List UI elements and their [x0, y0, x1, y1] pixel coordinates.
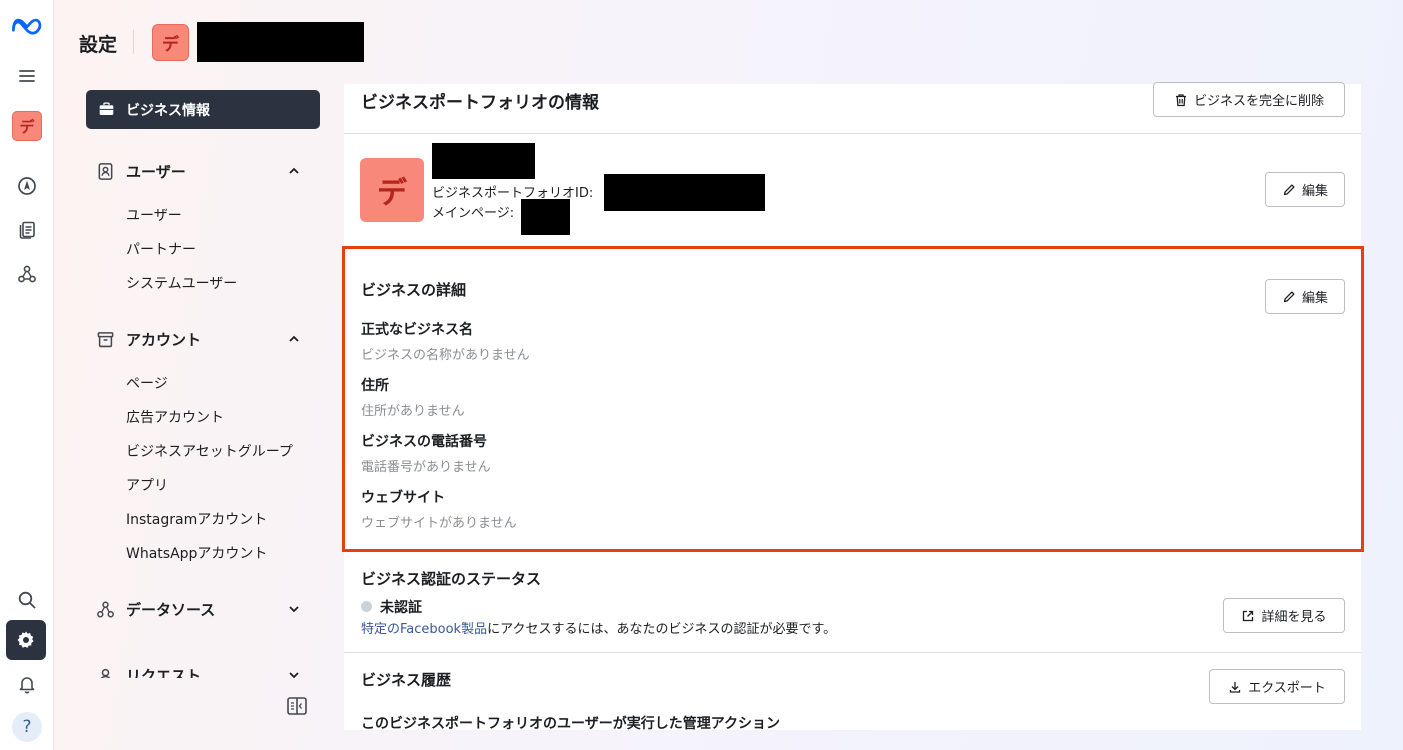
verification-note-text: にアクセスするには、あなたのビジネスの認証が必要です。: [487, 622, 837, 637]
chevron-down-icon: [289, 606, 299, 613]
website-label: ウェブサイト: [361, 490, 445, 506]
view-details-button[interactable]: 詳細を見る: [1223, 598, 1345, 633]
address-label: 住所: [361, 378, 389, 394]
nav-item-business-asset-groups[interactable]: ビジネスアセットグループ: [126, 441, 293, 461]
main-page-label: メインページ:: [432, 206, 515, 221]
verification-status: 未認証: [380, 600, 422, 616]
search-icon[interactable]: [7, 580, 47, 620]
edit-portfolio-button[interactable]: 編集: [1265, 172, 1345, 207]
bell-icon[interactable]: [7, 664, 47, 704]
data-sources-icon: [97, 601, 114, 618]
chevron-down-icon: [289, 672, 299, 678]
nav-item-system-users[interactable]: システムユーザー: [126, 273, 237, 293]
section-title-portfolio-info: ビジネスポートフォリオの情報: [361, 93, 599, 113]
header: 設定 デ: [54, 0, 1403, 84]
menu-icon[interactable]: [7, 56, 47, 96]
nav-item-pages[interactable]: ページ: [126, 373, 168, 393]
nav-item-ad-accounts[interactable]: 広告アカウント: [126, 407, 224, 427]
section-title-history: ビジネス履歴: [361, 671, 452, 689]
website-value: ウェブサイトがありません: [361, 516, 517, 531]
button-label: 詳細を見る: [1261, 610, 1327, 625]
nav-item-partners[interactable]: パートナー: [126, 239, 196, 259]
facebook-products-link[interactable]: 特定のFacebook製品: [361, 622, 487, 637]
delete-business-button[interactable]: ビジネスを完全に削除: [1153, 82, 1345, 117]
nav-item-label: ビジネス情報: [126, 102, 210, 119]
redacted-business-name: [197, 22, 364, 62]
section-title-business-details: ビジネスの詳細: [361, 281, 467, 299]
pencil-icon: [1283, 290, 1295, 302]
avatar: デ: [12, 111, 42, 141]
icon-rail: デ ?: [0, 0, 54, 750]
nav-section-accounts[interactable]: アカウント: [86, 324, 320, 354]
collapse-sidebar-icon[interactable]: [286, 695, 308, 717]
nav-section-requests[interactable]: リクエスト: [86, 660, 320, 678]
trash-icon: [1175, 93, 1186, 106]
chevron-up-icon: [289, 335, 299, 342]
nav-section-label: データソース: [126, 600, 216, 619]
help-button[interactable]: ?: [7, 707, 47, 747]
nav-section-label: アカウント: [126, 330, 202, 349]
person-icon: [100, 668, 111, 678]
user-badge-icon: [98, 163, 113, 180]
redacted-portfolio-name: [432, 143, 535, 179]
button-label: エクスポート: [1248, 681, 1326, 696]
edit-business-details-button[interactable]: 編集: [1265, 279, 1345, 314]
address-value: 住所がありません: [361, 404, 465, 419]
legal-name-value: ビジネスの名称がありません: [361, 348, 530, 363]
redacted-main-page: [521, 199, 570, 235]
archive-icon: [97, 332, 114, 348]
status-dot: [361, 601, 372, 612]
button-label: 編集: [1301, 291, 1328, 306]
chevron-up-icon: [289, 167, 299, 174]
integrations-icon[interactable]: [7, 254, 47, 294]
divider: [344, 133, 1361, 134]
nav-item-instagram-accounts[interactable]: Instagramアカウント: [126, 509, 267, 529]
nav-section-label: リクエスト: [126, 666, 202, 679]
nav-section-users[interactable]: ユーザー: [86, 156, 320, 186]
redacted-portfolio-id: [604, 174, 765, 211]
business-avatar[interactable]: デ: [152, 24, 189, 61]
portfolio-avatar: デ: [360, 158, 424, 222]
divider: [133, 30, 134, 54]
business-avatar[interactable]: デ: [7, 106, 47, 146]
phone-value: 電話番号がありません: [361, 460, 491, 475]
page-title: 設定: [79, 34, 118, 56]
phone-label: ビジネスの電話番号: [361, 434, 487, 450]
button-label: ビジネスを完全に削除: [1193, 94, 1324, 109]
nav-item-apps[interactable]: アプリ: [126, 475, 168, 495]
nav-section-data-sources[interactable]: データソース: [86, 594, 320, 624]
export-button[interactable]: エクスポート: [1209, 669, 1345, 704]
help-icon: ?: [12, 712, 42, 742]
section-title-verification: ビジネス認証のステータス: [361, 570, 542, 588]
meta-logo-icon[interactable]: [7, 6, 47, 46]
nav-clip: リクエスト: [86, 660, 320, 678]
button-label: 編集: [1301, 184, 1328, 199]
verification-note: 特定のFacebook製品にアクセスするには、あなたのビジネスの認証が必要です。: [361, 618, 836, 637]
external-link-icon: [1243, 610, 1254, 621]
compass-icon[interactable]: [7, 166, 47, 206]
pencil-icon: [1283, 183, 1295, 195]
nav-item-users[interactable]: ユーザー: [126, 205, 182, 225]
briefcase-icon: [99, 102, 114, 116]
pages-icon[interactable]: [7, 210, 47, 250]
business-info-panel: ビジネスポートフォリオの情報 ビジネスを完全に削除 デ ビジネスポートフォリオI…: [344, 82, 1361, 732]
nav-item-business-info[interactable]: ビジネス情報: [86, 90, 320, 129]
nav-item-whatsapp-accounts[interactable]: WhatsAppアカウント: [126, 543, 267, 563]
nav-section-label: ユーザー: [126, 162, 186, 181]
download-icon: [1230, 681, 1241, 693]
settings-sidenav: ビジネス情報 ユーザー ユーザー パートナー システムユーザー アカウント ペー…: [86, 90, 320, 690]
settings-gear-icon[interactable]: [6, 620, 46, 660]
legal-name-label: 正式なビジネス名: [361, 322, 473, 338]
divider: [344, 652, 1361, 653]
history-subtitle: このビジネスポートフォリオのユーザーが実行した管理アクション: [361, 716, 781, 732]
